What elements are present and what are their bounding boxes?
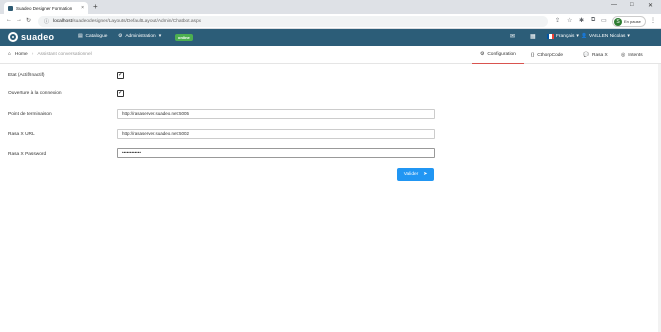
extension-icon[interactable]: ✱ <box>579 17 584 24</box>
chevron-down-icon: ▾ <box>627 34 630 39</box>
browser-toolbar: ← → ↻ ⓘ localhost/suadeodesigner/Layouts… <box>0 14 661 29</box>
chat-bubbles-icon: 💬 <box>583 52 589 58</box>
tab-rasa-x-label: Rasa X <box>591 52 608 58</box>
endpoint-input[interactable]: http://rasaserver.suadeo.net:5005 <box>117 109 435 119</box>
browser-tab-bar: Suadeo Designer Formation × + — □ ✕ <box>0 0 661 14</box>
address-bar[interactable]: ⓘ localhost/suadeodesigner/Layouts/Defau… <box>38 16 548 27</box>
browser-tab-title: Suadeo Designer Formation <box>16 5 73 11</box>
tab-rasa-x[interactable]: 💬 Rasa X <box>583 46 608 64</box>
rasa-password-label: Rasa X Password <box>8 152 47 157</box>
validate-button-label: Valider <box>403 172 419 177</box>
sub-header: ⌂ Home › Assistant conversationnel ⚙ Con… <box>0 46 661 64</box>
chevron-down-icon: ▾ <box>576 34 579 39</box>
user-icon: 👤 <box>581 34 587 39</box>
send-icon: ➤ <box>423 172 428 177</box>
language-selector[interactable]: Français ▾ <box>547 34 579 39</box>
home-icon[interactable]: ⌂ <box>8 52 11 57</box>
info-icon[interactable]: ⓘ <box>44 18 49 25</box>
calendar-icon[interactable]: ▦ <box>530 33 536 40</box>
minimize-window-button[interactable]: — <box>611 2 617 8</box>
more-menu-icon[interactable]: ⋮ <box>650 17 656 24</box>
url-path: /suadeodesigner/Layouts/DefaultLayout/Ad… <box>71 19 202 24</box>
endpoint-label: Point de terminaison <box>8 112 52 117</box>
sidebar-icon[interactable]: ▭ <box>601 17 607 24</box>
etat-checkbox[interactable]: ✓ <box>117 72 124 79</box>
tab-configuration-label: Configuration <box>487 52 516 57</box>
logo-icon <box>8 32 18 42</box>
ouverture-label: Ouverture à la connexion <box>8 91 62 96</box>
tab-intents-label: Intents <box>628 52 643 58</box>
gear-icon: ⚙ <box>480 52 485 57</box>
chevron-down-icon: ▾ <box>158 34 162 39</box>
menu-catalogue[interactable]: ▤ Catalogue <box>78 34 107 39</box>
rasa-password-input[interactable]: •••••••••••• <box>117 148 435 158</box>
back-arrow-icon[interactable]: ← <box>6 17 12 23</box>
browser-tab[interactable]: Suadeo Designer Formation × <box>4 2 88 14</box>
validate-button[interactable]: Valider ➤ <box>397 168 434 181</box>
extensions-puzzle-icon[interactable]: ⧉ <box>591 17 595 24</box>
profile-status: En pause <box>624 19 641 24</box>
share-icon[interactable]: ⇪ <box>555 17 560 24</box>
reload-icon[interactable]: ↻ <box>26 17 31 24</box>
app-header: suadeo ▤ Catalogue ⚙ Administration ▾ on… <box>0 29 661 46</box>
breadcrumb: ⌂ Home › Assistant conversationnel <box>8 52 92 57</box>
code-braces-icon: {} <box>531 52 535 58</box>
site-favicon-icon <box>8 5 13 11</box>
etat-label: Etat (Actif/Inactif) <box>8 73 45 78</box>
ouverture-checkbox[interactable]: ✓ <box>117 90 124 97</box>
tab-cthorpcode-label: CthorpCode <box>537 52 564 58</box>
breadcrumb-separator: › <box>31 52 34 57</box>
avatar: S <box>614 17 622 26</box>
breadcrumb-current: Assistant conversationnel <box>37 52 92 57</box>
forward-arrow-icon[interactable]: → <box>16 17 22 23</box>
rasa-url-label: Rasa X URL <box>8 132 35 137</box>
logo-text: suadeo <box>21 32 55 42</box>
catalogue-icon: ▤ <box>78 34 83 39</box>
target-icon: ◎ <box>621 52 626 58</box>
tab-cthorpcode[interactable]: {} CthorpCode <box>531 46 563 64</box>
user-menu[interactable]: 👤 VAILLEN Nicolas ▾ <box>581 34 630 39</box>
close-window-button[interactable]: ✕ <box>648 2 653 9</box>
mail-icon[interactable]: ✉ <box>510 33 515 40</box>
url-host: localhost <box>53 19 72 24</box>
online-status-badge: online <box>175 34 193 41</box>
french-flag-icon <box>547 34 554 39</box>
menu-catalogue-label: Catalogue <box>85 34 108 39</box>
tab-intents[interactable]: ◎ Intents <box>621 46 643 64</box>
close-tab-icon[interactable]: × <box>81 5 84 11</box>
language-label: Français <box>556 34 575 39</box>
menu-administration[interactable]: ⚙ Administration ▾ <box>118 34 161 39</box>
breadcrumb-home[interactable]: Home <box>15 52 28 57</box>
profile-button[interactable]: S En pause <box>612 16 646 27</box>
user-name: VAILLEN Nicolas <box>588 34 626 39</box>
maximize-window-button[interactable]: □ <box>630 2 634 8</box>
suadeo-logo[interactable]: suadeo <box>8 32 54 42</box>
rasa-url-input[interactable]: http://rasaserver.suadeo.net:5002 <box>117 129 435 139</box>
gear-icon: ⚙ <box>118 34 123 39</box>
tab-configuration[interactable]: ⚙ Configuration <box>472 46 524 64</box>
new-tab-button[interactable]: + <box>93 2 98 12</box>
bookmark-star-icon[interactable]: ☆ <box>567 17 572 24</box>
menu-administration-label: Administration <box>125 34 156 39</box>
